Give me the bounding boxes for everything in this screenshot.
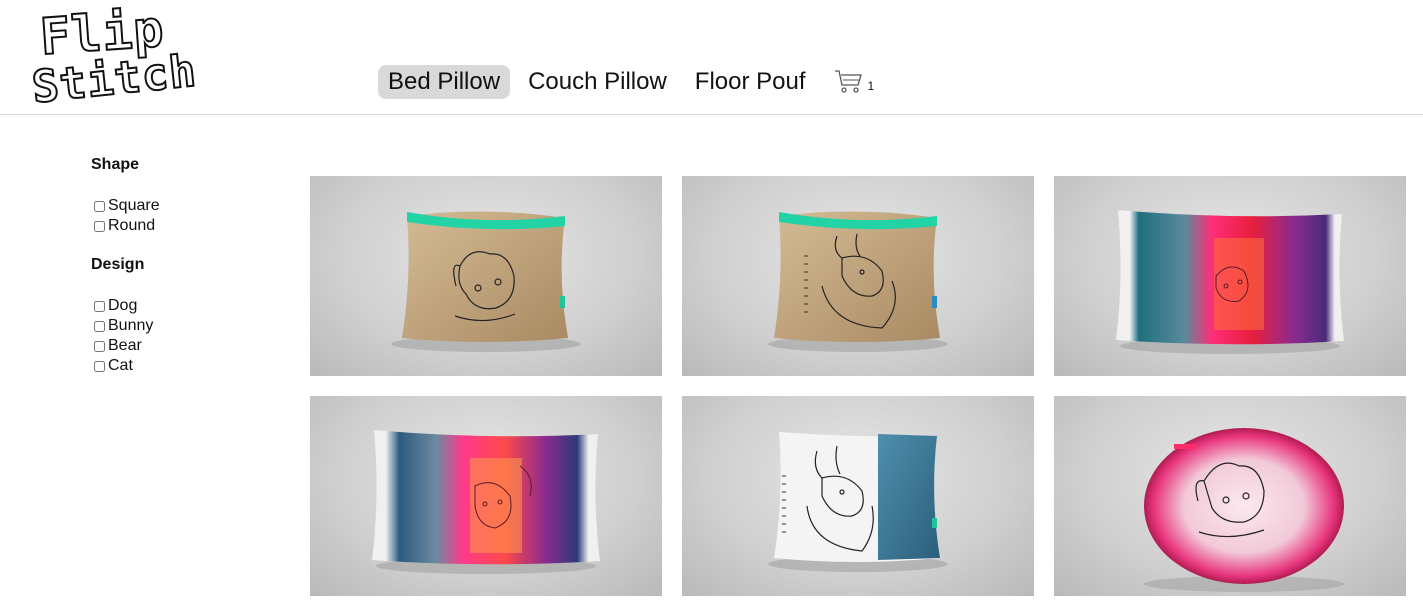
product-grid <box>310 176 1406 596</box>
cart-button[interactable]: 1 <box>834 69 875 95</box>
option-label: Square <box>108 197 160 214</box>
main-nav: Bed Pillow Couch Pillow Floor Pouf 1 <box>378 65 874 99</box>
shopping-cart-icon <box>834 70 862 93</box>
nav-bed-pillow[interactable]: Bed Pillow <box>378 65 511 99</box>
option-label: Bear <box>108 337 142 354</box>
shape-heading: Shape <box>91 156 140 173</box>
product-card[interactable] <box>310 396 662 596</box>
filter-option-square[interactable]: Square <box>91 196 291 216</box>
nav-floor-pouf[interactable]: Floor Pouf <box>685 65 816 99</box>
design-filter: Design Dog Bunny Bear Cat <box>91 256 291 376</box>
dog-checkbox[interactable] <box>94 300 105 312</box>
square-checkbox[interactable] <box>94 200 105 212</box>
flip-stitch-logo[interactable]: Flip Stitch <box>29 0 200 114</box>
site-header: Flip Stitch Bed Pillow Couch Pillow Floo… <box>0 0 1423 115</box>
filter-option-dog[interactable]: Dog <box>91 296 291 316</box>
cart-count: 1 <box>867 79 875 93</box>
product-image <box>1116 210 1344 354</box>
shape-filter: Shape Square Round <box>91 156 291 236</box>
filter-option-bunny[interactable]: Bunny <box>91 316 291 336</box>
product-card[interactable] <box>682 176 1034 376</box>
option-label: Round <box>108 217 156 234</box>
product-image <box>1144 428 1344 592</box>
product-image <box>372 430 600 574</box>
filter-option-bear[interactable]: Bear <box>91 336 291 356</box>
filter-option-round[interactable]: Round <box>91 216 291 236</box>
option-label: Bunny <box>108 317 154 334</box>
round-checkbox[interactable] <box>94 220 105 232</box>
product-card[interactable] <box>1054 176 1406 376</box>
design-heading: Design <box>91 256 145 273</box>
product-card[interactable] <box>1054 396 1406 596</box>
option-label: Dog <box>108 297 138 314</box>
filter-option-cat[interactable]: Cat <box>91 356 291 376</box>
option-label: Cat <box>108 357 133 374</box>
product-image <box>768 432 948 572</box>
cat-checkbox[interactable] <box>94 360 105 372</box>
product-card[interactable] <box>310 176 662 376</box>
product-image <box>391 211 581 352</box>
bear-checkbox[interactable] <box>94 340 105 352</box>
filter-sidebar: Shape Square Round Design Dog Bunny Bear… <box>91 156 291 396</box>
bunny-checkbox[interactable] <box>94 320 105 332</box>
product-card[interactable] <box>682 396 1034 596</box>
product-image <box>768 211 948 352</box>
nav-couch-pillow[interactable]: Couch Pillow <box>518 65 677 99</box>
